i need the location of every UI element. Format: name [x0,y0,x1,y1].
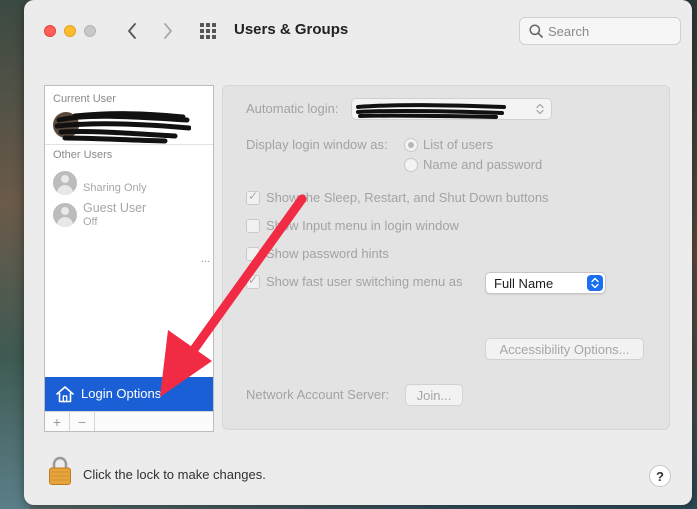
titlebar: Users & Groups [24,0,692,60]
display-login-label: Display login window as: [246,137,388,152]
redaction-scribble [356,103,506,119]
radio-name-and-password[interactable] [404,158,418,172]
show-all-grid-icon[interactable] [199,22,217,40]
user-status: Sharing Only [83,182,147,194]
search-field[interactable] [519,17,681,45]
user-more-indicator: ... [201,253,211,265]
login-options-label: Login Options [81,386,162,401]
radio-list-of-users-label: List of users [423,137,494,152]
user-name: Guest User [83,201,147,215]
back-button[interactable] [122,20,142,42]
current-user-heading: Current User [53,93,116,105]
radio-name-and-password-label: Name and password [423,157,543,172]
user-avatar [53,171,77,195]
close-button[interactable] [44,25,56,37]
lock-message: Click the lock to make changes. [83,467,266,482]
user-status: Off [83,216,98,228]
house-icon [56,386,74,403]
fast-switch-popup[interactable]: Full Name [485,272,606,294]
zoom-button[interactable] [84,25,96,37]
checkbox-show-password-hints-label: Show password hints [266,246,389,261]
radio-list-of-users[interactable] [404,138,418,152]
checkbox-show-password-hints[interactable] [246,247,260,261]
checkbox-fast-user-switching-label: Show fast user switching menu as [266,274,463,289]
login-options-panel: Automatic login: Display login window as… [222,85,670,430]
fast-switch-value: Full Name [494,276,554,291]
network-account-server-label: Network Account Server: [246,387,390,402]
checkbox-show-input-menu-label: Show Input menu in login window [266,218,459,233]
join-button[interactable]: Join... [405,384,463,406]
remove-user-button[interactable]: − [70,412,95,431]
chevron-left-icon [128,23,136,39]
sidebar-item-sharing-only-user[interactable]: Sharing Only [53,168,211,198]
minimize-button[interactable] [64,25,76,37]
other-users-heading: Other Users [53,149,113,161]
chevron-updown-icon [536,103,544,115]
checkbox-show-input-menu[interactable] [246,219,260,233]
sidebar-divider [45,144,213,145]
search-icon [529,24,543,38]
forward-button[interactable] [158,20,178,42]
checkbox-show-sleep-restart[interactable] [246,189,260,205]
popup-stepper [587,275,603,291]
checkbox-show-sleep-restart-label: Show the Sleep, Restart, and Shut Down b… [266,190,549,205]
window-title: Users & Groups [234,21,349,38]
lock-icon[interactable] [48,456,72,486]
user-avatar [53,203,77,227]
sidebar-footer: + − [45,411,213,431]
chevron-updown-icon [591,277,599,289]
users-sidebar: Current User Other Users Sharing Only ..… [44,85,214,432]
automatic-login-label: Automatic login: [246,101,339,116]
users-groups-window: Users & Groups Current User Other Users … [24,0,692,505]
add-user-button[interactable]: + [45,412,70,431]
chevron-right-icon [164,23,172,39]
redaction-scribble [55,111,191,144]
accessibility-options-button[interactable]: Accessibility Options... [485,338,644,360]
help-button[interactable]: ? [649,465,671,487]
automatic-login-popup[interactable] [351,98,552,120]
sidebar-item-guest-user[interactable]: Guest User Off [53,200,211,230]
sidebar-item-login-options[interactable]: Login Options [45,377,213,411]
search-input[interactable] [548,22,673,40]
checkbox-fast-user-switching[interactable] [246,273,260,289]
